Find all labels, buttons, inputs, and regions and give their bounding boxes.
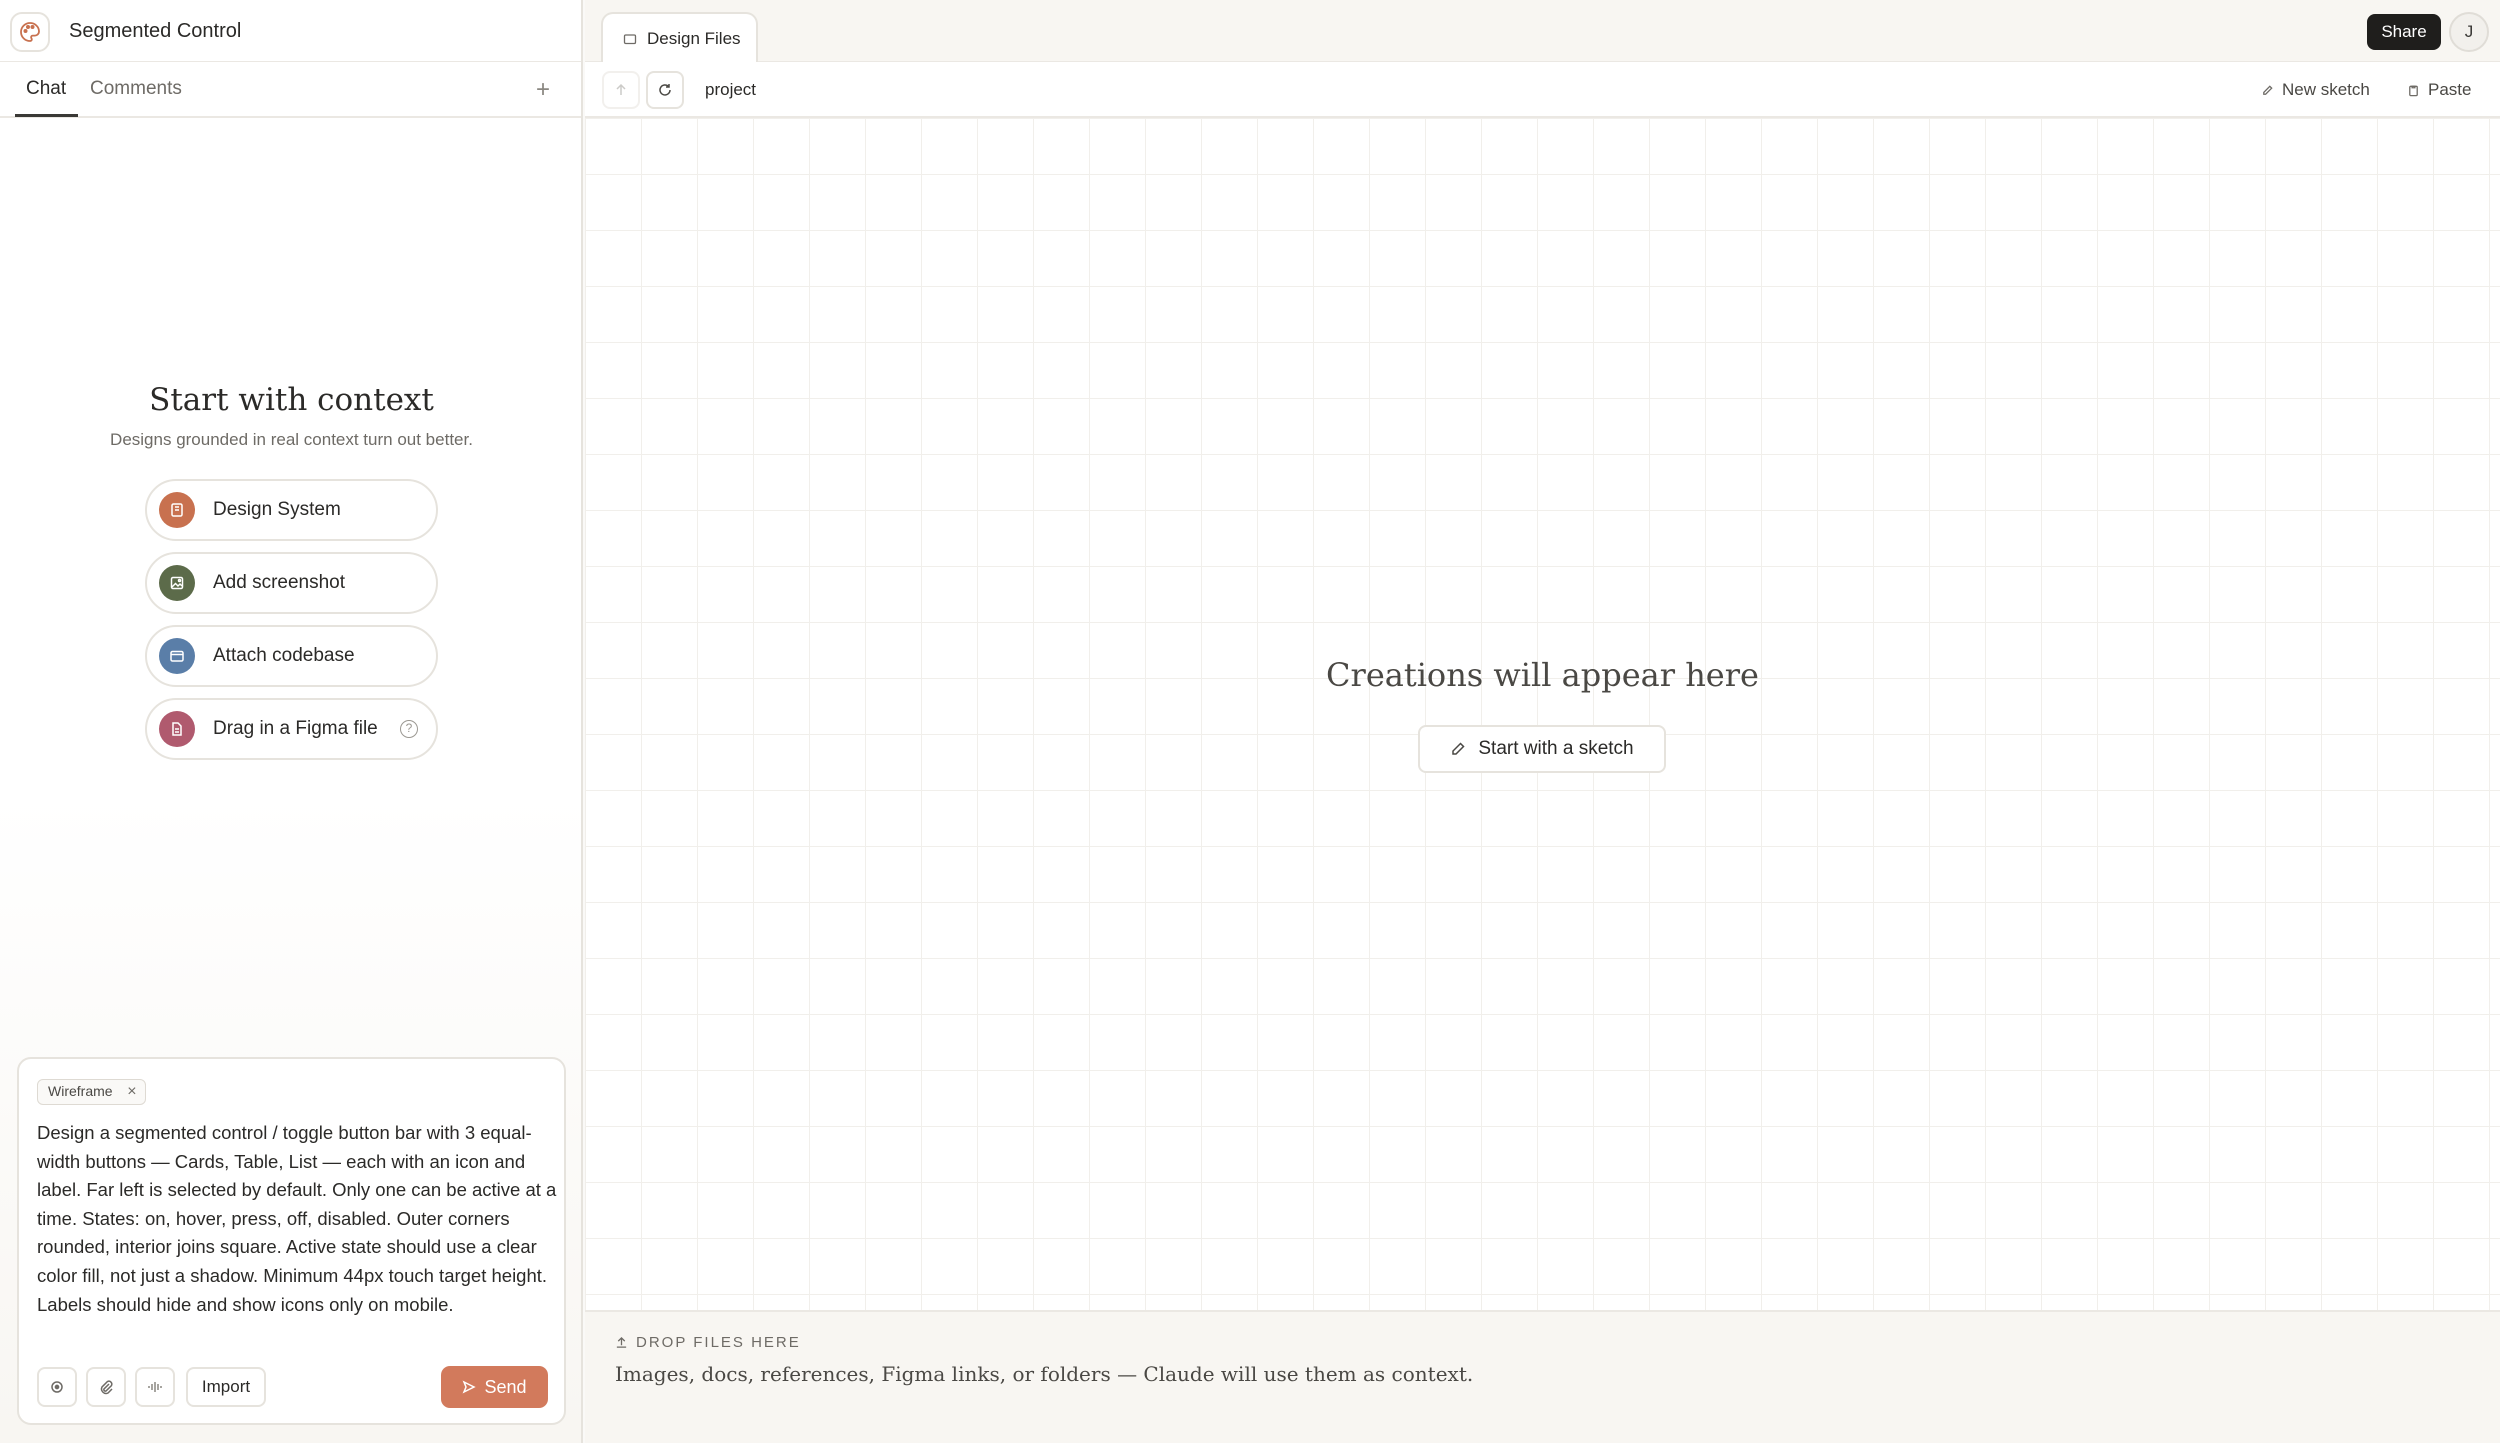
image-icon (159, 565, 195, 601)
wireframe-chip: Wireframe × (37, 1079, 146, 1105)
message-composer: Wireframe × Design a segmented control /… (17, 1057, 566, 1425)
context-heading: Start with context (149, 382, 434, 418)
send-button[interactable]: Send (441, 1366, 548, 1408)
chat-panel: Segmented Control Chat Comments + Start … (0, 0, 583, 1443)
file-tabs-bar: Design Files Share J (585, 0, 2500, 63)
arrow-up-icon (616, 83, 626, 95)
figma-file-label: Drag in a Figma file (213, 718, 378, 739)
drop-zone[interactable]: DROP FILES HERE Images, docs, references… (585, 1310, 2500, 1443)
attach-codebase-label: Attach codebase (213, 645, 355, 666)
paste-label: Paste (2428, 80, 2472, 99)
avatar[interactable]: J (2449, 12, 2489, 52)
app-window: Segmented Control Chat Comments + Start … (0, 0, 2500, 1443)
context-subheading: Designs grounded in real context turn ou… (110, 430, 473, 449)
help-icon[interactable]: ? (400, 720, 418, 738)
file-icon (159, 711, 195, 747)
project-header: Segmented Control (0, 0, 581, 62)
close-icon[interactable]: × (127, 1080, 136, 1103)
import-button[interactable]: Import (186, 1367, 266, 1407)
start-sketch-label: Start with a sketch (1478, 738, 1634, 759)
up-button[interactable] (602, 71, 640, 109)
design-canvas[interactable]: Creations will appear here Start with a … (585, 118, 2500, 1310)
figma-file-button[interactable]: Drag in a Figma file ? (145, 698, 438, 760)
drop-zone-label: DROP FILES HERE (615, 1334, 801, 1351)
design-system-label: Design System (213, 499, 341, 520)
new-sketch-button[interactable]: New sketch (2261, 80, 2370, 100)
paste-button[interactable]: Paste (2407, 80, 2471, 100)
folder-icon (623, 33, 637, 44)
paperclip-icon (100, 1380, 113, 1395)
refresh-button[interactable] (646, 71, 684, 109)
pencil-icon (1452, 742, 1465, 755)
empty-state-title: Creations will appear here (1326, 656, 1759, 694)
send-icon (463, 1380, 477, 1394)
chat-tabs: Chat Comments + (0, 62, 581, 118)
book-icon (159, 492, 195, 528)
waveform-icon (148, 1382, 162, 1392)
new-sketch-label: New sketch (2282, 80, 2370, 99)
tab-chat[interactable]: Chat (26, 78, 66, 100)
drop-zone-title: DROP FILES HERE (636, 1334, 801, 1351)
attach-codebase-button[interactable]: Attach codebase (145, 625, 438, 687)
upload-icon (616, 1336, 627, 1348)
file-tab-label: Design Files (647, 28, 741, 48)
design-system-button[interactable]: Design System (145, 479, 438, 541)
file-toolbar: project New sketch Paste (585, 62, 2500, 118)
add-screenshot-button[interactable]: Add screenshot (145, 552, 438, 614)
project-title: Segmented Control (69, 20, 242, 42)
add-screenshot-label: Add screenshot (213, 572, 346, 593)
settings-button[interactable] (37, 1367, 77, 1407)
chip-label: Wireframe (48, 1083, 113, 1099)
plus-icon[interactable]: + (536, 76, 550, 104)
send-label: Send (484, 1376, 527, 1397)
voice-button[interactable] (135, 1367, 175, 1407)
active-tab-indicator (15, 114, 78, 117)
start-sketch-button[interactable]: Start with a sketch (1418, 725, 1666, 773)
breadcrumb[interactable]: project (705, 80, 756, 100)
share-button[interactable]: Share (2367, 14, 2441, 50)
prompt-input[interactable]: Design a segmented control / toggle butt… (37, 1119, 557, 1319)
pencil-icon (2263, 84, 2273, 95)
refresh-icon (659, 84, 671, 96)
tab-design-files[interactable]: Design Files (601, 12, 758, 63)
target-icon (51, 1381, 63, 1393)
drop-zone-description: Images, docs, references, Figma links, o… (615, 1362, 1474, 1386)
design-panel: Design Files Share J project New sketch … (585, 0, 2500, 1443)
tab-comments[interactable]: Comments (90, 78, 182, 100)
folder-icon (159, 638, 195, 674)
palette-icon[interactable] (10, 12, 50, 52)
clipboard-icon (2409, 85, 2418, 96)
attach-button[interactable] (86, 1367, 126, 1407)
